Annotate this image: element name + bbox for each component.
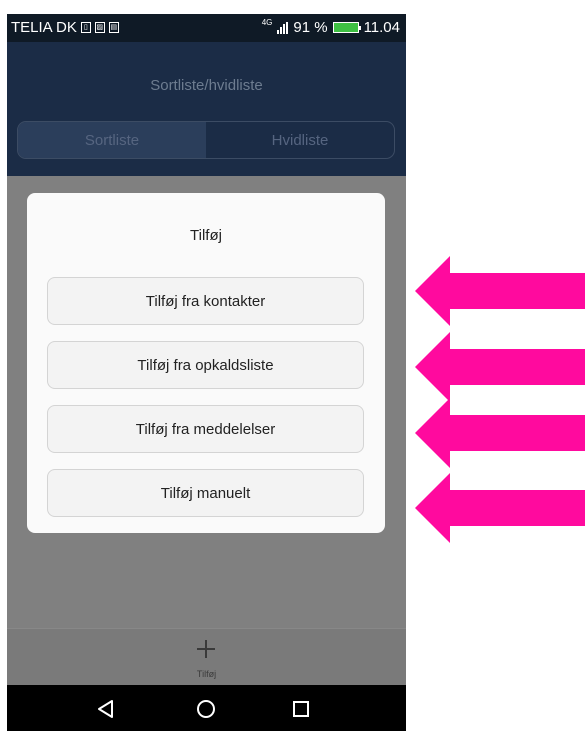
home-icon[interactable] — [195, 698, 217, 720]
bottom-toolbar: Tilføj — [7, 628, 406, 685]
image-notification-icon: ▨ — [94, 22, 105, 33]
battery-percent: 91 % — [293, 19, 328, 36]
tab-sortliste[interactable]: Sortliste — [18, 122, 206, 158]
arrow-pointing-messages — [415, 398, 585, 468]
arrow-pointing-manual — [415, 473, 585, 543]
recents-icon[interactable] — [290, 698, 312, 720]
signal-icon — [277, 21, 289, 34]
back-icon[interactable] — [95, 698, 117, 720]
phone-screen: TELIA DK ▯ ▨ ▤ 4G 91 % 11.04 Sortliste/h… — [7, 14, 406, 731]
add-from-contacts-button[interactable]: Tilføj fra kontakter — [47, 277, 364, 325]
sim-icon: ▯ — [80, 22, 91, 33]
add-dialog: Tilføj Tilføj fra kontakter Tilføj fra o… — [27, 193, 385, 533]
dialog-title: Tilføj — [190, 227, 222, 244]
page-title: Sortliste/hvidliste — [150, 77, 263, 94]
add-manually-button[interactable]: Tilføj manuelt — [47, 469, 364, 517]
keyboard-notification-icon: ▤ — [108, 22, 119, 33]
tab-hvidliste[interactable]: Hvidliste — [206, 122, 394, 158]
add-from-messages-button[interactable]: Tilføj fra meddelelser — [47, 405, 364, 453]
carrier-label: TELIA DK — [11, 19, 77, 36]
status-bar: TELIA DK ▯ ▨ ▤ 4G 91 % 11.04 — [7, 14, 406, 42]
network-type: 4G — [261, 17, 273, 27]
arrow-pointing-call-log — [415, 332, 585, 402]
arrow-pointing-contacts — [415, 256, 585, 326]
add-label[interactable]: Tilføj — [7, 669, 406, 679]
app-header: Sortliste/hvidliste Sortliste Hvidliste — [7, 42, 406, 176]
clock: 11.04 — [363, 19, 400, 36]
system-nav-bar — [7, 685, 406, 731]
add-from-call-log-button[interactable]: Tilføj fra opkaldsliste — [47, 341, 364, 389]
battery-icon — [332, 22, 361, 33]
list-tabs: Sortliste Hvidliste — [17, 121, 395, 159]
plus-icon[interactable] — [194, 637, 218, 661]
